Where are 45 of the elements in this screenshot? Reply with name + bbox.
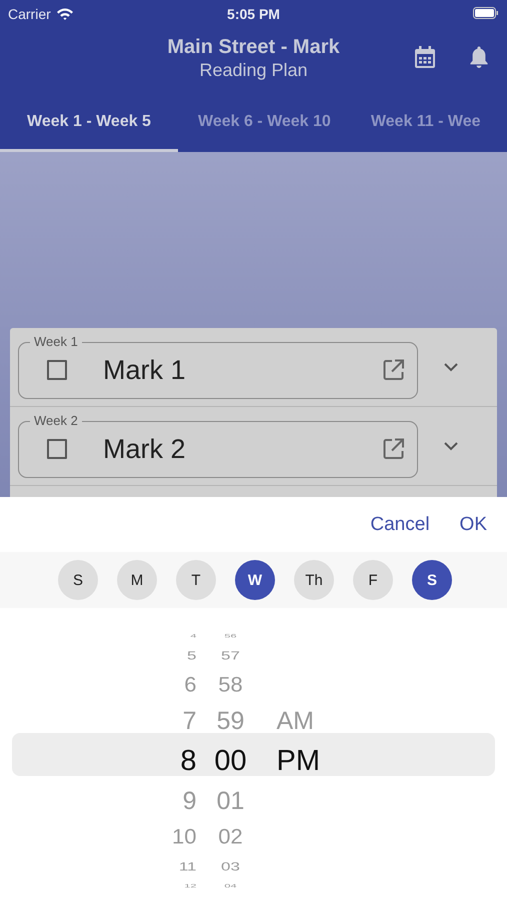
- wifi-icon: [56, 7, 74, 21]
- wheel-value[interactable]: 7: [182, 702, 196, 740]
- wheel-value[interactable]: 9: [182, 782, 196, 820]
- reading-title: Mark 1: [103, 354, 186, 386]
- day-toggle[interactable]: M: [117, 560, 157, 600]
- status-time: 5:05 PM: [227, 6, 280, 22]
- wheel-value[interactable]: 03: [221, 858, 240, 876]
- chevron-down-icon[interactable]: [444, 362, 458, 372]
- wheel-value[interactable]: 11: [178, 858, 196, 876]
- header-subtitle: Reading Plan: [199, 60, 308, 81]
- wheel-value[interactable]: 6: [184, 668, 196, 702]
- wheel-value[interactable]: 10: [172, 820, 196, 854]
- wheel-value[interactable]: 5: [187, 646, 196, 664]
- wheel-value[interactable]: 59: [216, 702, 244, 740]
- wheel-value[interactable]: 01: [216, 782, 244, 820]
- wheel-value[interactable]: 57: [221, 646, 240, 664]
- day-toggle[interactable]: S: [58, 560, 98, 600]
- week-label: Week 2: [30, 414, 82, 428]
- day-toggle[interactable]: W: [235, 560, 275, 600]
- day-toggle[interactable]: F: [353, 560, 393, 600]
- wheel-value[interactable]: AM: [276, 702, 314, 740]
- external-link-icon[interactable]: [383, 438, 405, 460]
- week-tab[interactable]: Week 11 - Wee: [350, 95, 501, 152]
- day-toggle[interactable]: Th: [294, 560, 334, 600]
- ok-button[interactable]: OK: [452, 510, 495, 540]
- day-toggle[interactable]: T: [176, 560, 216, 600]
- wheel-value[interactable]: 02: [218, 820, 243, 854]
- calendar-icon[interactable]: [414, 46, 436, 69]
- cancel-button[interactable]: Cancel: [362, 510, 438, 540]
- week-label: Week 1: [30, 334, 82, 348]
- wheel-value[interactable]: 8: [180, 740, 196, 782]
- checkbox[interactable]: [47, 360, 67, 380]
- bell-icon[interactable]: [469, 46, 489, 69]
- week-tab[interactable]: Week 6 - Week 10: [178, 95, 351, 152]
- reading-title: Mark 2: [103, 434, 186, 464]
- wheel-value[interactable]: 58: [218, 668, 243, 702]
- checkbox[interactable]: [47, 439, 67, 459]
- header-title: Main Street - Mark: [167, 36, 340, 59]
- external-link-icon[interactable]: [383, 359, 405, 381]
- carrier-label: Carrier: [8, 6, 51, 22]
- day-toggle[interactable]: S: [412, 560, 452, 600]
- wheel-value[interactable]: 00: [214, 740, 247, 782]
- wheel-value[interactable]: PM: [276, 740, 320, 782]
- battery-icon: [473, 7, 499, 19]
- chevron-down-icon[interactable]: [444, 442, 458, 450]
